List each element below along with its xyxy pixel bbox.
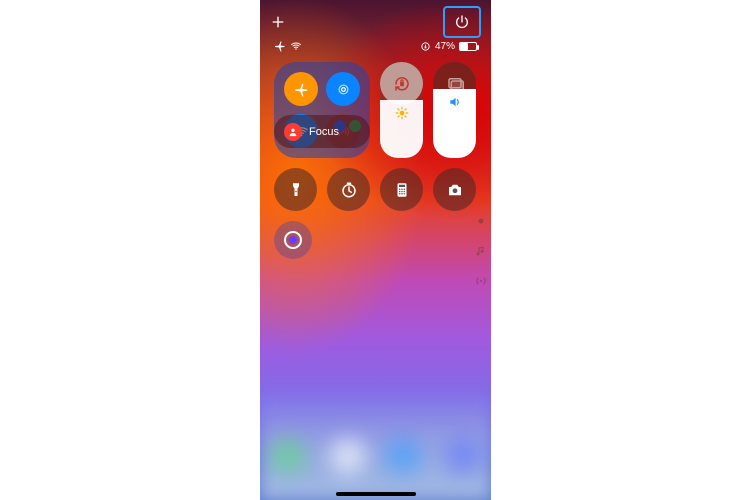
controls-grid: Focus	[274, 62, 477, 269]
focus-button[interactable]: Focus	[274, 115, 370, 148]
edge-podcast-indicator	[475, 274, 487, 286]
top-bar	[260, 6, 491, 38]
camera-icon	[446, 181, 464, 199]
airplane-mode-toggle[interactable]	[284, 72, 318, 106]
dot-icon	[475, 215, 487, 227]
power-button[interactable]	[443, 6, 481, 38]
timer-icon	[340, 181, 358, 199]
control-center-screen: 47%	[260, 0, 491, 500]
airplane-icon	[294, 82, 309, 97]
calculator-button[interactable]	[380, 168, 423, 211]
battery-percent-label: 47%	[435, 41, 455, 52]
airdrop-icon	[336, 82, 351, 97]
brightness-slider[interactable]	[380, 62, 423, 158]
speaker-icon	[448, 95, 462, 109]
home-indicator[interactable]	[336, 492, 416, 496]
edge-music-indicator	[475, 244, 487, 256]
volume-slider[interactable]	[433, 62, 476, 158]
edge-dot-indicator	[475, 214, 487, 226]
plus-icon	[270, 14, 286, 30]
flashlight-button[interactable]	[274, 168, 317, 211]
wifi-icon	[290, 40, 302, 52]
timer-button[interactable]	[327, 168, 370, 211]
airdrop-toggle[interactable]	[326, 72, 360, 106]
flashlight-icon	[287, 181, 305, 199]
broadcast-icon	[475, 275, 487, 287]
person-icon	[288, 127, 298, 137]
power-icon	[454, 14, 470, 30]
focus-mode-icon-wrap	[284, 123, 302, 141]
battery-icon	[459, 42, 477, 51]
add-control-button[interactable]	[270, 14, 286, 30]
calculator-icon	[393, 181, 411, 199]
record-icon	[284, 231, 302, 249]
airplane-icon	[274, 40, 286, 52]
focus-label: Focus	[309, 126, 339, 138]
status-bar: 47%	[260, 40, 491, 52]
music-note-icon	[475, 245, 487, 257]
edge-indicator-column	[475, 214, 487, 286]
orientation-lock-icon	[420, 41, 431, 52]
sun-icon	[395, 106, 409, 120]
camera-button[interactable]	[433, 168, 476, 211]
screen-record-button[interactable]	[274, 221, 312, 259]
